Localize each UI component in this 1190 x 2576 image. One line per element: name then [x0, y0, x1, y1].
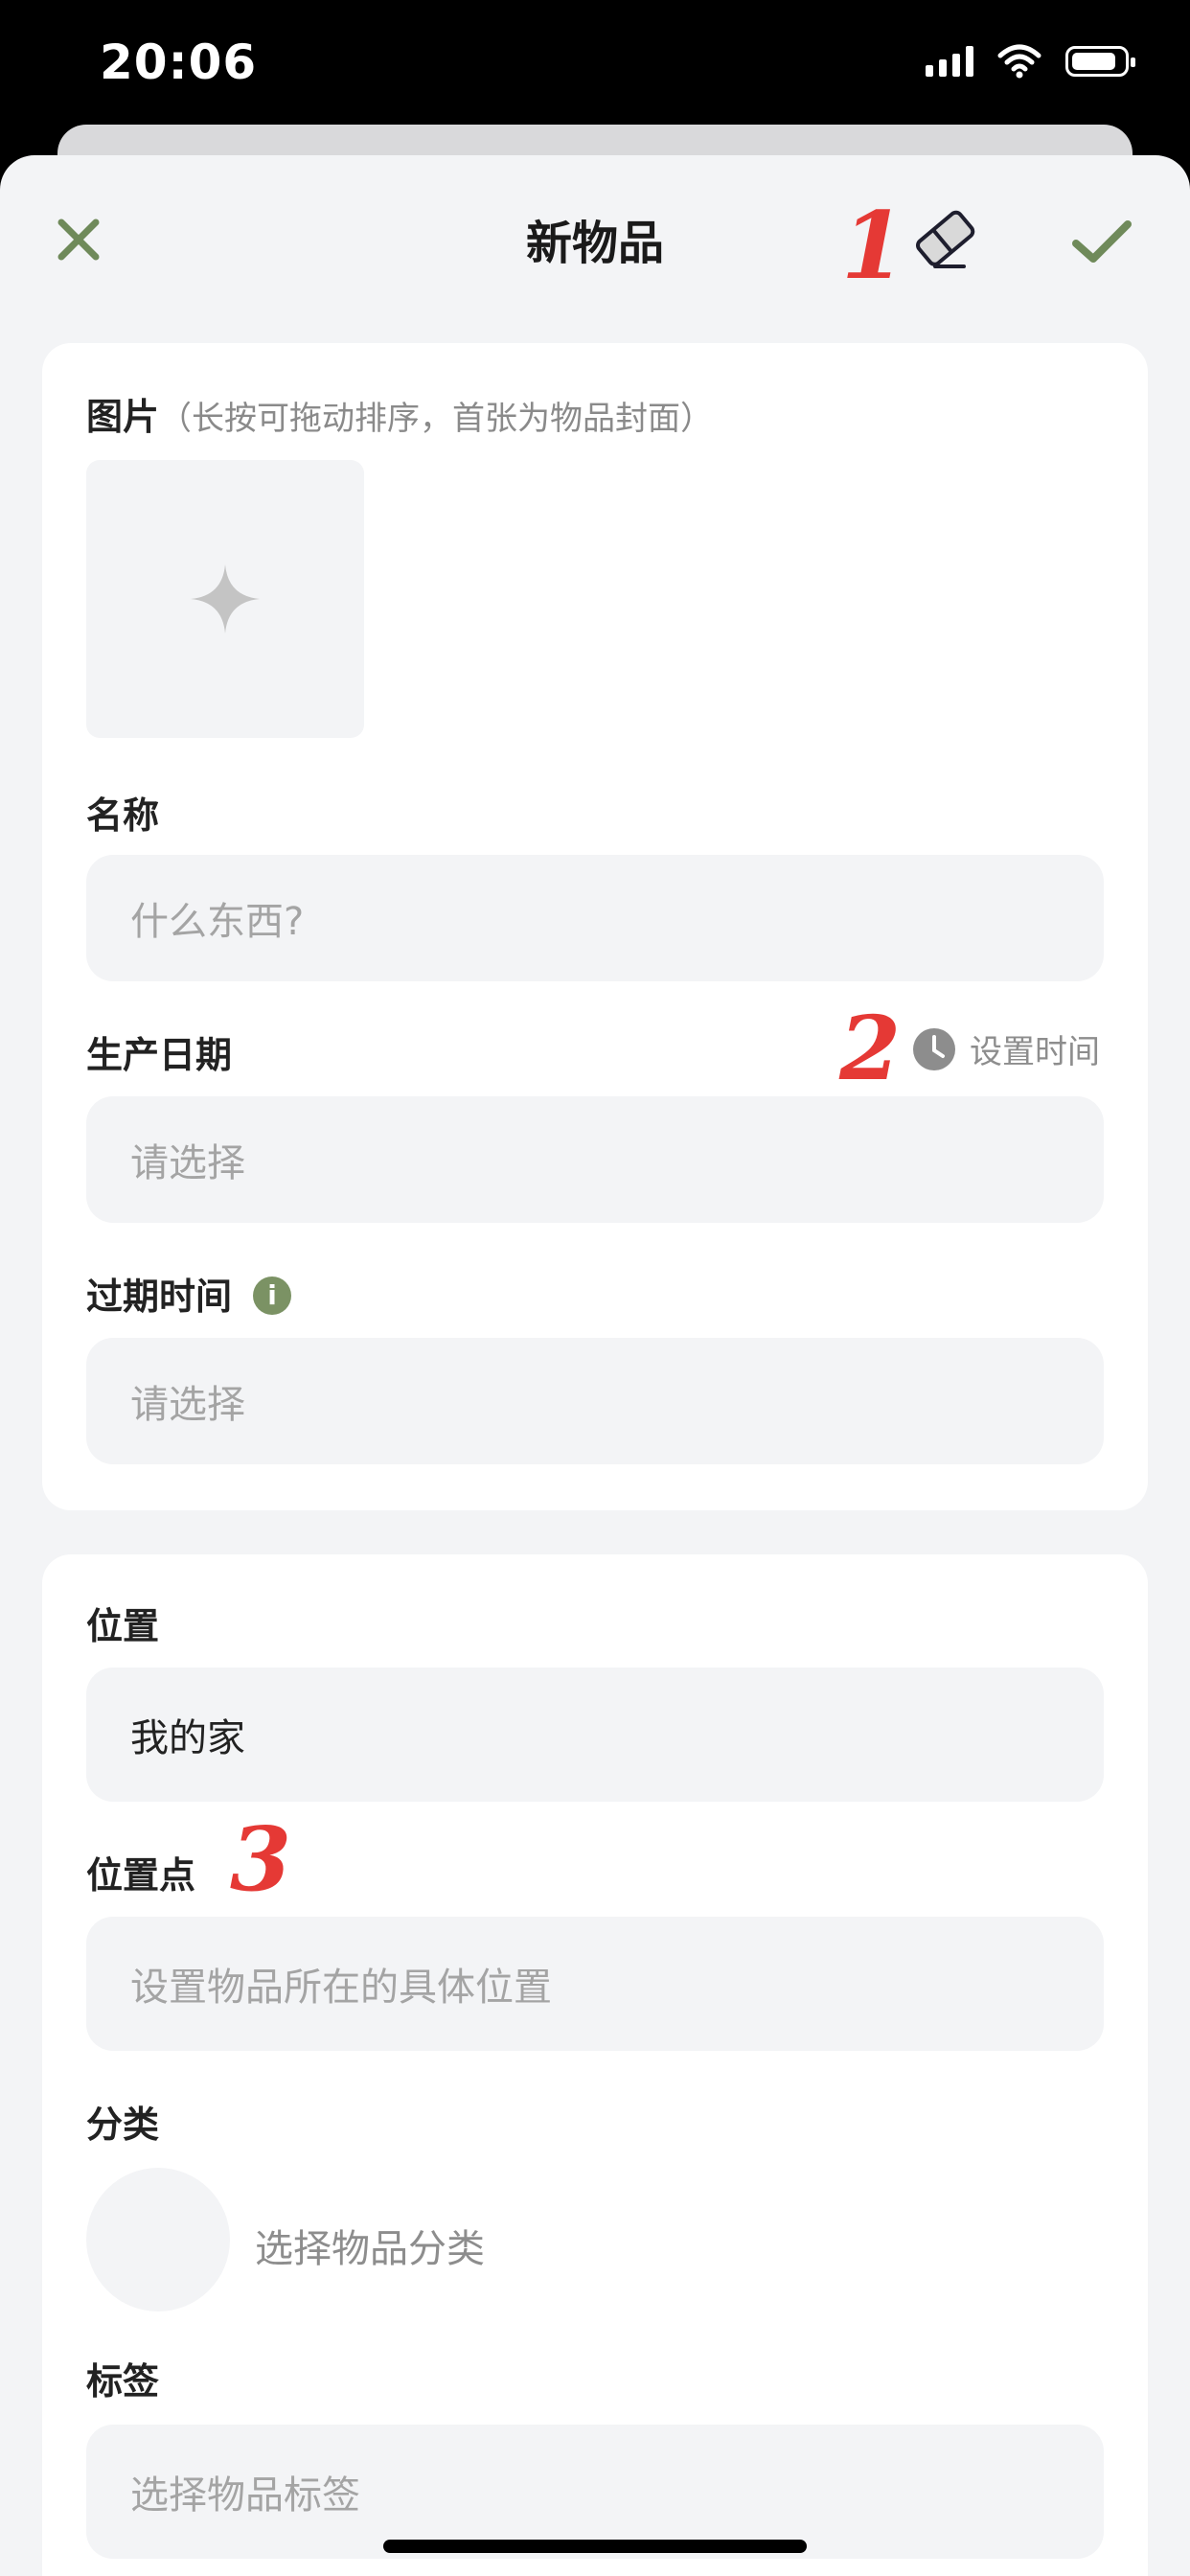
expiry-label-text: 过期时间 [86, 1276, 233, 1318]
add-photo-button[interactable] [86, 460, 364, 738]
production-date-label: 生产日期 [86, 1034, 233, 1076]
tags-field[interactable]: 选择物品标签 [86, 2425, 1104, 2559]
wifi-icon [997, 44, 1041, 79]
status-time: 20:06 [100, 34, 258, 90]
home-indicator [383, 2540, 807, 2553]
category-placeholder[interactable]: 选择物品分类 [255, 2218, 485, 2273]
tags-label: 标签 [86, 2360, 160, 2403]
plus-icon [191, 564, 260, 633]
set-time-label: 设置时间 [970, 1033, 1100, 1071]
expiry-date-placeholder: 请选择 [130, 1383, 245, 1427]
set-time-button[interactable]: 设置时间 [912, 1025, 1100, 1072]
expiry-date-field[interactable]: 请选择 [86, 1338, 1104, 1464]
check-icon [1072, 220, 1132, 263]
location-field[interactable]: 我的家 [86, 1668, 1104, 1802]
photos-label-text: 图片 [86, 396, 160, 438]
tags-placeholder: 选择物品标签 [130, 2473, 360, 2518]
name-input[interactable]: 什么东西? [86, 855, 1104, 981]
location-card: 位置 我的家 位置点 3 设置物品所在的具体位置 分类 选择物品分类 标签 选择… [42, 1554, 1148, 2576]
production-date-field[interactable]: 请选择 [86, 1096, 1104, 1223]
battery-level [1072, 53, 1115, 70]
location-spot-label: 位置点 [86, 1854, 196, 1897]
location-spot-placeholder: 设置物品所在的具体位置 [130, 1966, 552, 2010]
annotation-1: 1 [841, 192, 905, 300]
basic-info-card: 图片（长按可拖动排序，首张为物品封面） 名称 什么东西? 生产日期 2 设置时间… [42, 343, 1148, 1510]
photos-hint: （长按可拖动排序，首张为物品封面） [159, 400, 714, 438]
annotation-2: 2 [839, 997, 902, 1100]
name-placeholder: 什么东西? [130, 900, 305, 944]
battery-icon [1065, 46, 1135, 77]
location-label: 位置 [86, 1605, 160, 1647]
production-date-placeholder: 请选择 [130, 1141, 245, 1185]
eraser-icon [916, 210, 975, 268]
expiry-label: 过期时间 i [86, 1267, 292, 1320]
location-value: 我的家 [130, 1716, 245, 1760]
new-item-sheet: 新物品 1 图片（长按可拖动排序，首张为物品封面） 名称 什么东西? 生产日期 … [0, 155, 1190, 2576]
page-title: 新物品 [525, 217, 664, 270]
clock-icon [913, 1027, 955, 1070]
status-icons [926, 44, 1135, 79]
name-label: 名称 [86, 794, 160, 837]
save-button[interactable] [1064, 203, 1140, 280]
category-label: 分类 [86, 2104, 160, 2146]
info-icon[interactable]: i [253, 1276, 292, 1315]
cellular-signal-icon [926, 46, 973, 77]
photos-label: 图片（长按可拖动排序，首张为物品封面） [86, 387, 713, 440]
nav-bar: 新物品 1 [0, 155, 1190, 318]
location-spot-field[interactable]: 设置物品所在的具体位置 [86, 1917, 1104, 2051]
annotation-3: 3 [230, 1807, 292, 1911]
clear-form-button[interactable] [901, 194, 989, 282]
category-icon-placeholder[interactable] [86, 2168, 230, 2312]
